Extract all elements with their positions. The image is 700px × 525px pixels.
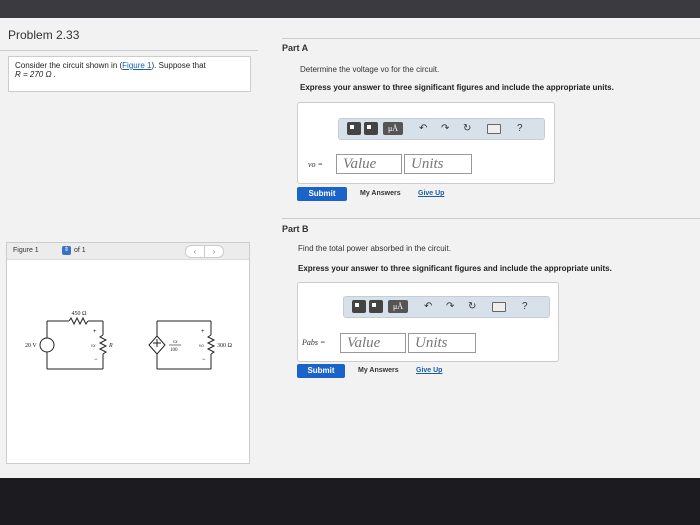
figure-panel: Figure 1 ⇕ of 1 ‹ › 450 Ω 20 V R vx + − … (6, 242, 250, 464)
redo-icon[interactable]: ↷ (446, 300, 454, 313)
part-a-math-toolbar: μÅ ↶ ↷ ↻ ? (338, 118, 545, 140)
part-b-math-toolbar: μÅ ↶ ↷ ↻ ? (343, 296, 550, 318)
label-300-ohm: 300 Ω (217, 343, 233, 349)
label-20v: 20 V (25, 343, 37, 349)
figure-label: Figure 1 (13, 247, 39, 254)
figure-prev-button[interactable]: ‹ (185, 245, 205, 258)
part-b-title: Part B (282, 224, 309, 234)
part-a-variable-label: vo = (308, 160, 323, 169)
problem-intro: Consider the circuit shown in (Figure 1)… (8, 56, 251, 92)
fraction-template-icon[interactable] (369, 300, 383, 313)
browser-page: Problem 2.33 Consider the circuit shown … (0, 18, 700, 478)
plus-vo: + (201, 329, 205, 335)
figure-toolbar: Figure 1 ⇕ of 1 ‹ › (7, 243, 249, 260)
part-a-my-answers-link[interactable]: My Answers (360, 190, 401, 197)
intro-text: Consider the circuit shown in ( (15, 61, 123, 70)
part-b-units-input[interactable]: Units (408, 333, 476, 353)
redo-icon[interactable]: ↷ (441, 122, 449, 135)
part-a-answer-box: μÅ ↶ ↷ ↻ ? vo = Value Units (297, 102, 555, 184)
fraction-template-icon[interactable] (364, 122, 378, 135)
plus-vx: + (93, 329, 97, 335)
intro-resistance: R = 270 Ω . (15, 70, 56, 79)
monitor-top-bezel (0, 0, 700, 18)
keyboard-icon[interactable] (487, 124, 501, 134)
units-icon[interactable]: μÅ (383, 122, 403, 135)
part-a-give-up-link[interactable]: Give Up (418, 190, 444, 197)
help-icon[interactable]: ? (517, 122, 523, 135)
undo-icon[interactable]: ↶ (419, 122, 427, 135)
header-divider (0, 50, 258, 51)
part-b-submit-button[interactable]: Submit (297, 364, 345, 378)
dep-source-den: 100 (170, 348, 178, 353)
part-a-title: Part A (282, 43, 309, 53)
part-b-question: Find the total power absorbed in the cir… (298, 244, 451, 253)
label-vx: vx (91, 344, 96, 349)
label-vo: vo (199, 344, 204, 349)
figure-link[interactable]: Figure 1 (122, 61, 151, 70)
part-a-value-input[interactable]: Value (336, 154, 402, 174)
figure-select-icon[interactable]: ⇕ (62, 246, 71, 255)
dep-source-num: vx (173, 340, 178, 345)
minus-vx: − (94, 357, 98, 363)
intro-after: ). Suppose that (151, 61, 206, 70)
part-b-value-input[interactable]: Value (340, 333, 406, 353)
part-a-divider (282, 38, 700, 39)
units-icon[interactable]: μÅ (388, 300, 408, 313)
part-b-instruction: Express your answer to three significant… (298, 264, 612, 273)
problem-title: Problem 2.33 (8, 28, 80, 42)
part-a-question: Determine the voltage vo for the circuit… (300, 65, 440, 74)
part-b-give-up-link[interactable]: Give Up (416, 367, 442, 374)
part-b-divider (282, 218, 700, 219)
part-a-instruction: Express your answer to three significant… (300, 83, 614, 92)
matrix-template-icon[interactable] (352, 300, 366, 313)
label-r: R (108, 343, 113, 349)
reset-icon[interactable]: ↻ (463, 122, 471, 135)
part-b-variable-label: Pabs = (302, 338, 326, 347)
undo-icon[interactable]: ↶ (424, 300, 432, 313)
figure-next-button[interactable]: › (204, 245, 224, 258)
part-a-submit-button[interactable]: Submit (297, 187, 347, 201)
minus-vo: − (202, 357, 206, 363)
help-icon[interactable]: ? (522, 300, 528, 313)
reset-icon[interactable]: ↻ (468, 300, 476, 313)
circuit-diagram: 450 Ω 20 V R vx + − vx 100 vo + − 300 Ω (25, 311, 233, 370)
monitor-bottom-bezel (0, 478, 700, 525)
part-b-my-answers-link[interactable]: My Answers (358, 367, 399, 374)
matrix-template-icon[interactable] (347, 122, 361, 135)
label-450-ohm: 450 Ω (72, 311, 88, 317)
part-b-answer-box: μÅ ↶ ↷ ↻ ? Pabs = Value Units (297, 282, 559, 362)
figure-count: of 1 (74, 247, 86, 254)
keyboard-icon[interactable] (492, 302, 506, 312)
part-a-units-input[interactable]: Units (404, 154, 472, 174)
